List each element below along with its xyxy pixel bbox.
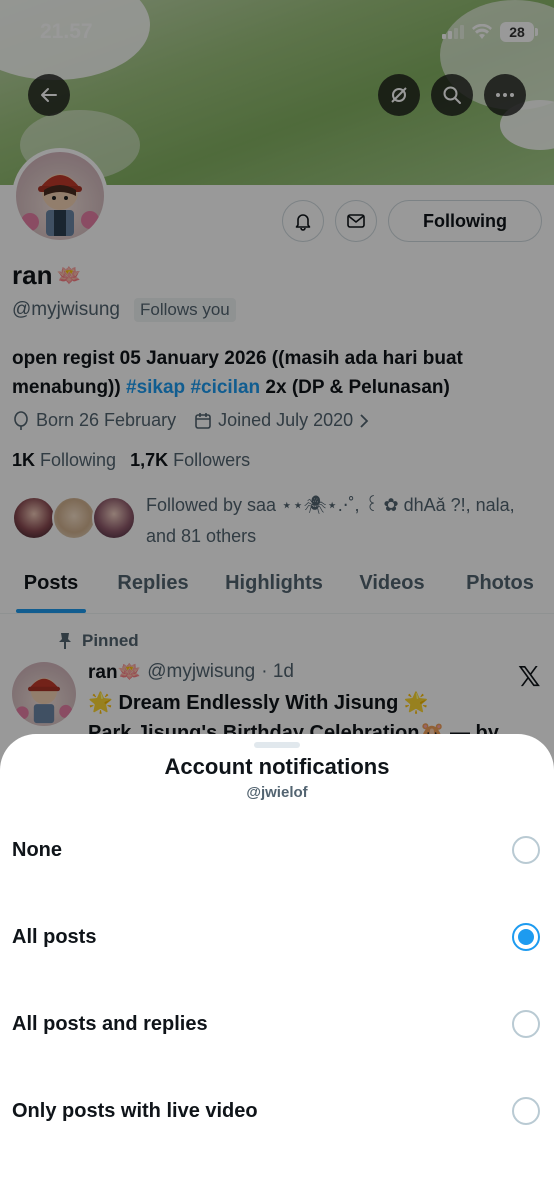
option-none[interactable]: None	[0, 817, 554, 883]
option-label: All posts and replies	[12, 1012, 208, 1035]
radio-button[interactable]	[512, 1010, 540, 1038]
sheet-drag-handle[interactable]	[254, 742, 300, 748]
option-label: None	[12, 838, 62, 861]
radio-button[interactable]	[512, 1097, 540, 1125]
option-all-posts-and-replies[interactable]: All posts and replies	[0, 991, 554, 1057]
sheet-title: Account notifications	[164, 754, 390, 779]
option-label: All posts	[12, 925, 97, 948]
radio-button-selected[interactable]	[512, 923, 540, 951]
option-all-posts[interactable]: All posts	[0, 904, 554, 970]
account-notifications-sheet: Account notifications @jwielof None All …	[0, 734, 554, 1200]
option-label: Only posts with live video	[12, 1099, 258, 1122]
option-live-video[interactable]: Only posts with live video	[0, 1078, 554, 1144]
sheet-subtitle: @jwielof	[246, 784, 308, 801]
radio-button[interactable]	[512, 836, 540, 864]
